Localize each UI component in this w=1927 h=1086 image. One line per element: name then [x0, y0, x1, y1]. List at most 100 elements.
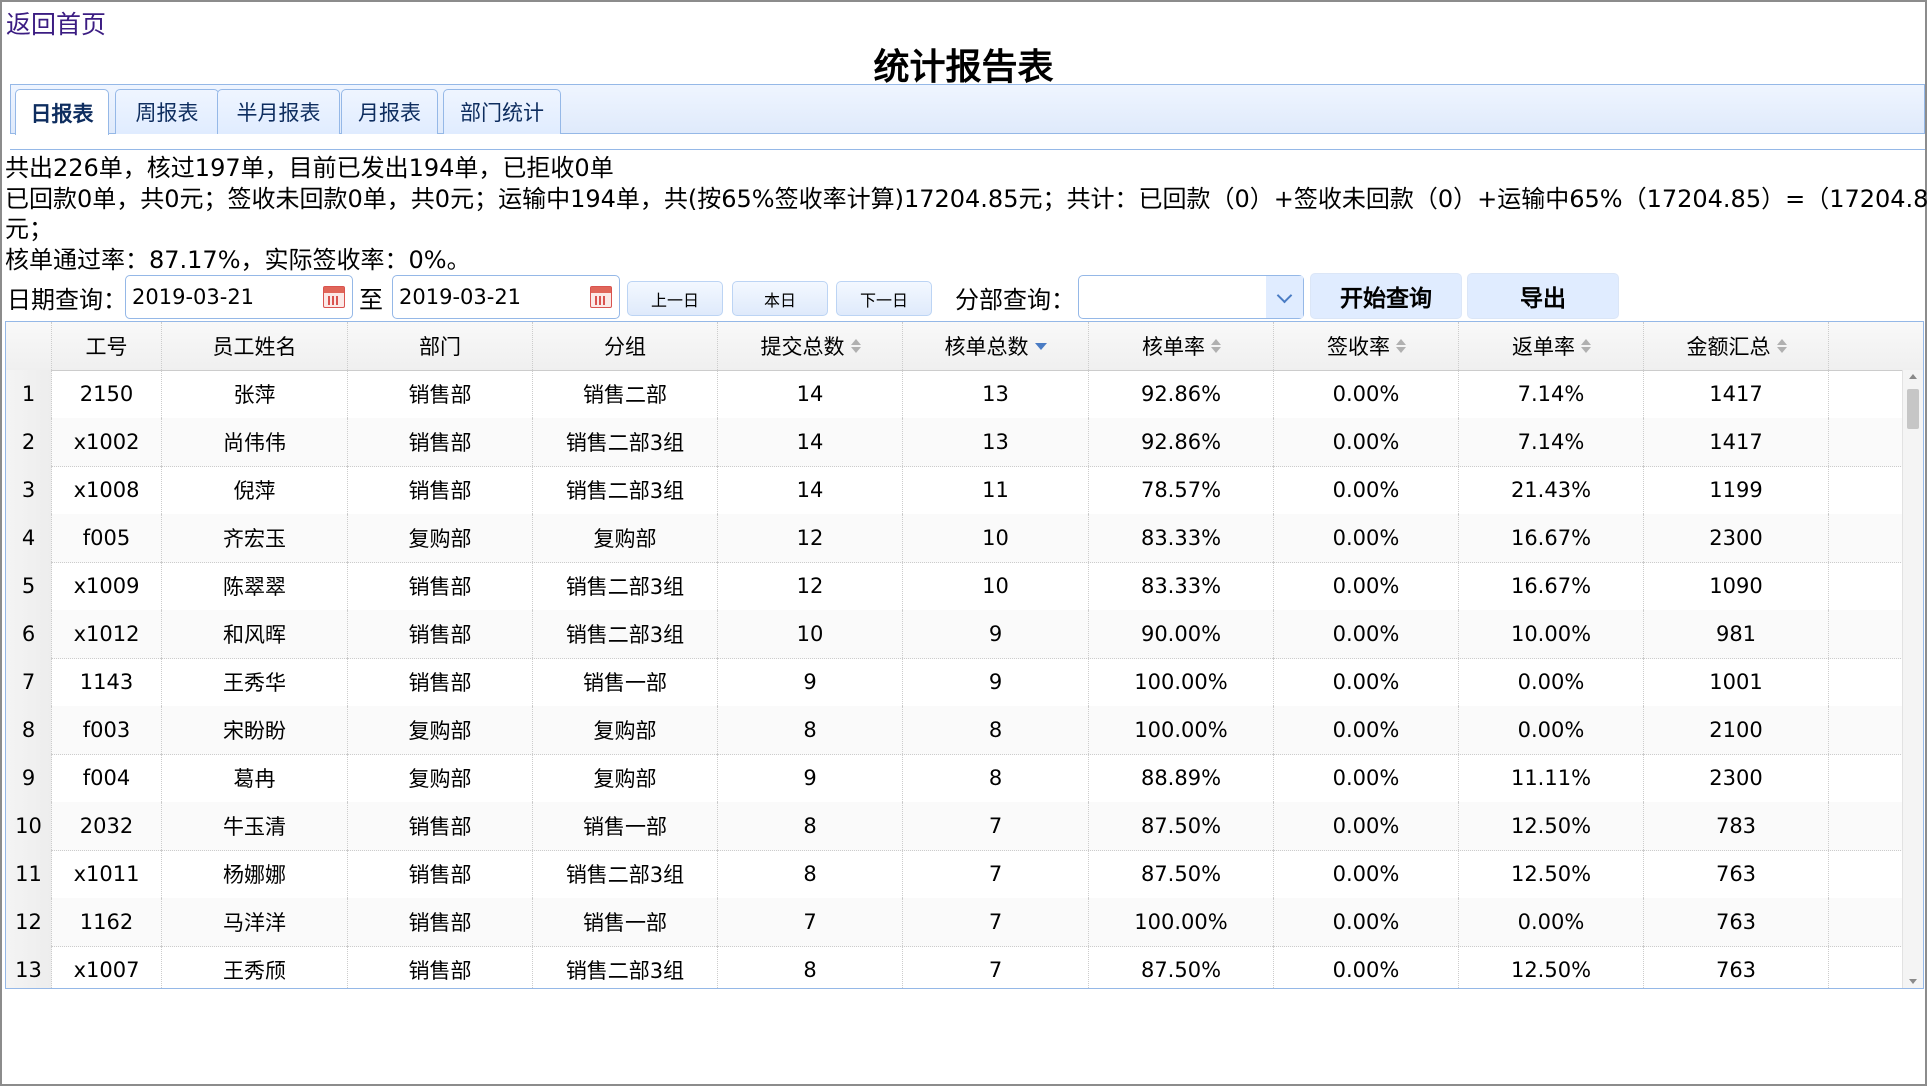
start-date-input[interactable]: [130, 282, 314, 312]
search-button[interactable]: 开始查询: [1310, 273, 1462, 319]
cell-return-rate: 7.14%: [1459, 370, 1644, 418]
cell-verified-total: 11: [903, 466, 1089, 514]
header-group[interactable]: 分组: [533, 322, 718, 370]
cell-return-rate: 0.00%: [1459, 658, 1644, 706]
summary-rates: 核单通过率：87.17%，实际签收率：0%。: [5, 246, 471, 274]
cell-department: 销售部: [348, 946, 533, 988]
calendar-icon[interactable]: [323, 286, 345, 308]
header-employee-name[interactable]: 员工姓名: [162, 322, 348, 370]
table-row[interactable]: 8 f003 宋盼盼 复购部 复购部 8 8 100.00% 0.00% 0.00% 2100: [6, 706, 1923, 755]
cell-amount-total: 763: [1644, 850, 1829, 898]
tab-department-stats[interactable]: 部门统计: [443, 89, 561, 134]
header-row-number: [6, 322, 52, 370]
calendar-icon[interactable]: [590, 286, 612, 308]
cell-employee-name: 和风晖: [162, 610, 348, 658]
table-row[interactable]: 5 x1009 陈翠翠 销售部 销售二部3组 12 10 83.33% 0.00% 16.67% 1…: [6, 562, 1923, 611]
table-row[interactable]: 12 1162 马洋洋 销售部 销售一部 7 7 100.00% 0.00% 0.00% 763: [6, 898, 1923, 947]
cell-employee-name: 牛玉清: [162, 802, 348, 850]
cell-employee-name: 葛冉: [162, 754, 348, 802]
end-date-input[interactable]: [397, 282, 581, 312]
tab-half-month-report[interactable]: 半月报表: [217, 89, 340, 134]
cell-sign-rate: 0.00%: [1274, 370, 1459, 418]
header-department[interactable]: 部门: [348, 322, 533, 370]
header-return-rate[interactable]: 返单率: [1459, 322, 1644, 370]
table-row[interactable]: 13 x1007 王秀颀 销售部 销售二部3组 8 7 87.50% 0.00% 12.50% 76…: [6, 946, 1923, 988]
header-employee-id[interactable]: 工号: [52, 322, 162, 370]
cell-amount-total: 981: [1644, 610, 1829, 658]
cell-department: 销售部: [348, 850, 533, 898]
sort-icon[interactable]: [850, 338, 861, 354]
cell-group: 销售一部: [533, 658, 718, 706]
cell-return-rate: 0.00%: [1459, 706, 1644, 754]
cell-department: 复购部: [348, 514, 533, 562]
scroll-thumb[interactable]: [1907, 389, 1919, 429]
header-amount-total[interactable]: 金额汇总: [1644, 322, 1829, 370]
table-row[interactable]: 10 2032 牛玉清 销售部 销售一部 8 7 87.50% 0.00% 12.50% 783: [6, 802, 1923, 851]
cell-submitted-total: 10: [718, 610, 903, 658]
table-row[interactable]: 7 1143 王秀华 销售部 销售一部 9 9 100.00% 0.00% 0.00% 1001: [6, 658, 1923, 707]
header-verify-rate[interactable]: 核单率: [1089, 322, 1274, 370]
tab-monthly-report[interactable]: 月报表: [341, 89, 438, 134]
table-row[interactable]: 1 2150 张萍 销售部 销售二部 14 13 92.86% 0.00% 7.14% 1417: [6, 370, 1923, 419]
sort-icon[interactable]: [1211, 338, 1221, 354]
cell-return-rate: 11.11%: [1459, 754, 1644, 802]
cell-amount-total: 2100: [1644, 706, 1829, 754]
scroll-up-icon[interactable]: [1909, 374, 1917, 379]
cell-return-rate: 21.43%: [1459, 466, 1644, 514]
cell-department: 销售部: [348, 658, 533, 706]
cell-verify-rate: 87.50%: [1089, 946, 1274, 988]
home-link[interactable]: 返回首页: [6, 5, 106, 41]
cell-verified-total: 7: [903, 802, 1089, 850]
page-title: 统计报告表: [873, 47, 1054, 88]
cell-group: 复购部: [533, 754, 718, 802]
table-row[interactable]: 9 f004 葛冉 复购部 复购部 9 8 88.89% 0.00% 11.11% 2300: [6, 754, 1923, 803]
cell-sign-rate: 0.00%: [1274, 946, 1459, 988]
cell-return-rate: 16.67%: [1459, 514, 1644, 562]
sort-icon[interactable]: [1776, 338, 1787, 354]
header-submitted-total[interactable]: 提交总数: [718, 322, 903, 370]
today-button[interactable]: 本日: [732, 281, 828, 316]
scroll-down-icon[interactable]: [1909, 979, 1917, 984]
cell-row-number: 9: [6, 754, 52, 802]
cell-group: 销售二部: [533, 370, 718, 418]
tab-daily-report[interactable]: 日报表: [15, 89, 109, 135]
cell-sign-rate: 0.00%: [1274, 898, 1459, 946]
cell-verified-total: 7: [903, 946, 1089, 988]
cell-employee-name: 王秀颀: [162, 946, 348, 988]
table-row[interactable]: 3 x1008 倪萍 销售部 销售二部3组 14 11 78.57% 0.00% 21.43% 11…: [6, 466, 1923, 515]
sort-icon[interactable]: [1396, 338, 1406, 354]
table-row[interactable]: 2 x1002 尚伟伟 销售部 销售二部3组 14 13 92.86% 0.00% 7.14% 14…: [6, 418, 1923, 467]
cell-return-rate: 12.50%: [1459, 850, 1644, 898]
cell-return-rate: 12.50%: [1459, 802, 1644, 850]
prev-day-button[interactable]: 上一日: [627, 281, 723, 316]
tab-weekly-report[interactable]: 周报表: [115, 89, 219, 134]
branch-select[interactable]: [1078, 275, 1304, 319]
header-sign-rate[interactable]: 签收率: [1274, 322, 1459, 370]
cell-row-number: 4: [6, 514, 52, 562]
sort-desc-icon[interactable]: [1034, 342, 1047, 350]
summary-orders: 共出226单，核过197单，目前已发出194单，已拒收0单: [5, 154, 614, 182]
end-date-picker[interactable]: [392, 275, 620, 319]
cell-verify-rate: 100.00%: [1089, 898, 1274, 946]
header-label: 返单率: [1512, 335, 1575, 359]
export-button[interactable]: 导出: [1467, 273, 1619, 319]
next-day-button[interactable]: 下一日: [836, 281, 932, 316]
cell-amount-total: 783: [1644, 802, 1829, 850]
table-row[interactable]: 6 x1012 和风晖 销售部 销售二部3组 10 9 90.00% 0.00% 10.00% 98…: [6, 610, 1923, 659]
cell-return-rate: 0.00%: [1459, 898, 1644, 946]
vertical-scrollbar[interactable]: [1902, 370, 1923, 988]
table-row[interactable]: 4 f005 齐宏玉 复购部 复购部 12 10 83.33% 0.00% 16.67% 2300: [6, 514, 1923, 563]
header-label: 员工姓名: [212, 335, 297, 359]
cell-department: 销售部: [348, 898, 533, 946]
chevron-down-icon[interactable]: [1266, 276, 1303, 318]
sort-icon[interactable]: [1581, 338, 1591, 354]
header-label: 分组: [604, 335, 646, 359]
cell-row-number: 8: [6, 706, 52, 754]
cell-department: 销售部: [348, 418, 533, 466]
table-row[interactable]: 11 x1011 杨娜娜 销售部 销售二部3组 8 7 87.50% 0.00% 12.50% 76…: [6, 850, 1923, 899]
cell-verified-total: 13: [903, 418, 1089, 466]
cell-submitted-total: 14: [718, 418, 903, 466]
start-date-picker[interactable]: [125, 275, 353, 319]
cell-row-number: 11: [6, 850, 52, 898]
header-verified-total[interactable]: 核单总数: [903, 322, 1089, 370]
